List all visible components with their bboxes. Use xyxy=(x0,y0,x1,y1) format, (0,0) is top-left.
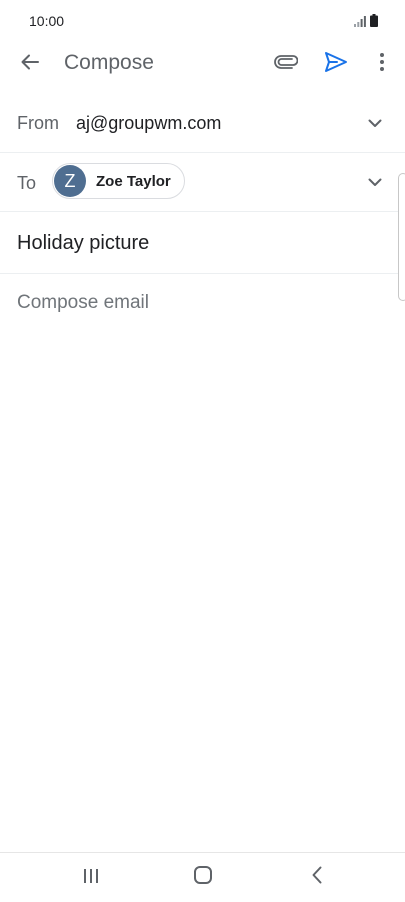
more-options-button[interactable] xyxy=(368,50,396,78)
recipient-name: Zoe Taylor xyxy=(96,172,171,190)
to-field[interactable]: To Z Zoe Taylor xyxy=(0,153,405,212)
page-title: Compose xyxy=(64,51,154,74)
back-arrow-icon xyxy=(20,52,40,77)
recent-apps-icon xyxy=(82,868,100,889)
navigation-bar xyxy=(0,852,405,902)
subject-input[interactable]: Holiday picture xyxy=(17,232,149,255)
battery-icon xyxy=(370,14,378,27)
paperclip-icon xyxy=(274,54,299,74)
from-label: From xyxy=(17,113,59,133)
status-icons xyxy=(354,14,378,27)
app-bar: Compose xyxy=(0,44,405,84)
status-time: 10:00 xyxy=(29,13,65,29)
recent-apps-button[interactable] xyxy=(80,867,102,889)
scroll-handle[interactable] xyxy=(398,173,405,301)
more-vert-icon xyxy=(379,52,385,77)
nav-back-button[interactable] xyxy=(306,866,328,888)
attach-button[interactable] xyxy=(272,50,300,78)
send-button[interactable] xyxy=(322,50,350,78)
to-label: To xyxy=(17,173,37,193)
from-field[interactable]: From aj@groupwm.com xyxy=(0,94,405,153)
avatar: Z xyxy=(54,165,86,197)
back-button[interactable] xyxy=(16,50,44,78)
chevron-down-icon[interactable] xyxy=(365,172,385,192)
chevron-down-icon[interactable] xyxy=(365,113,385,133)
home-icon xyxy=(193,865,213,890)
status-bar: 10:00 xyxy=(0,0,405,44)
body-input[interactable]: Compose email xyxy=(17,292,149,314)
recipient-chip[interactable]: Z Zoe Taylor xyxy=(52,163,185,199)
home-button[interactable] xyxy=(192,865,214,890)
send-icon xyxy=(324,51,348,78)
from-address: aj@groupwm.com xyxy=(76,113,222,133)
signal-icon xyxy=(354,16,366,27)
subject-field[interactable]: Holiday picture xyxy=(0,212,405,274)
back-icon xyxy=(311,865,323,890)
